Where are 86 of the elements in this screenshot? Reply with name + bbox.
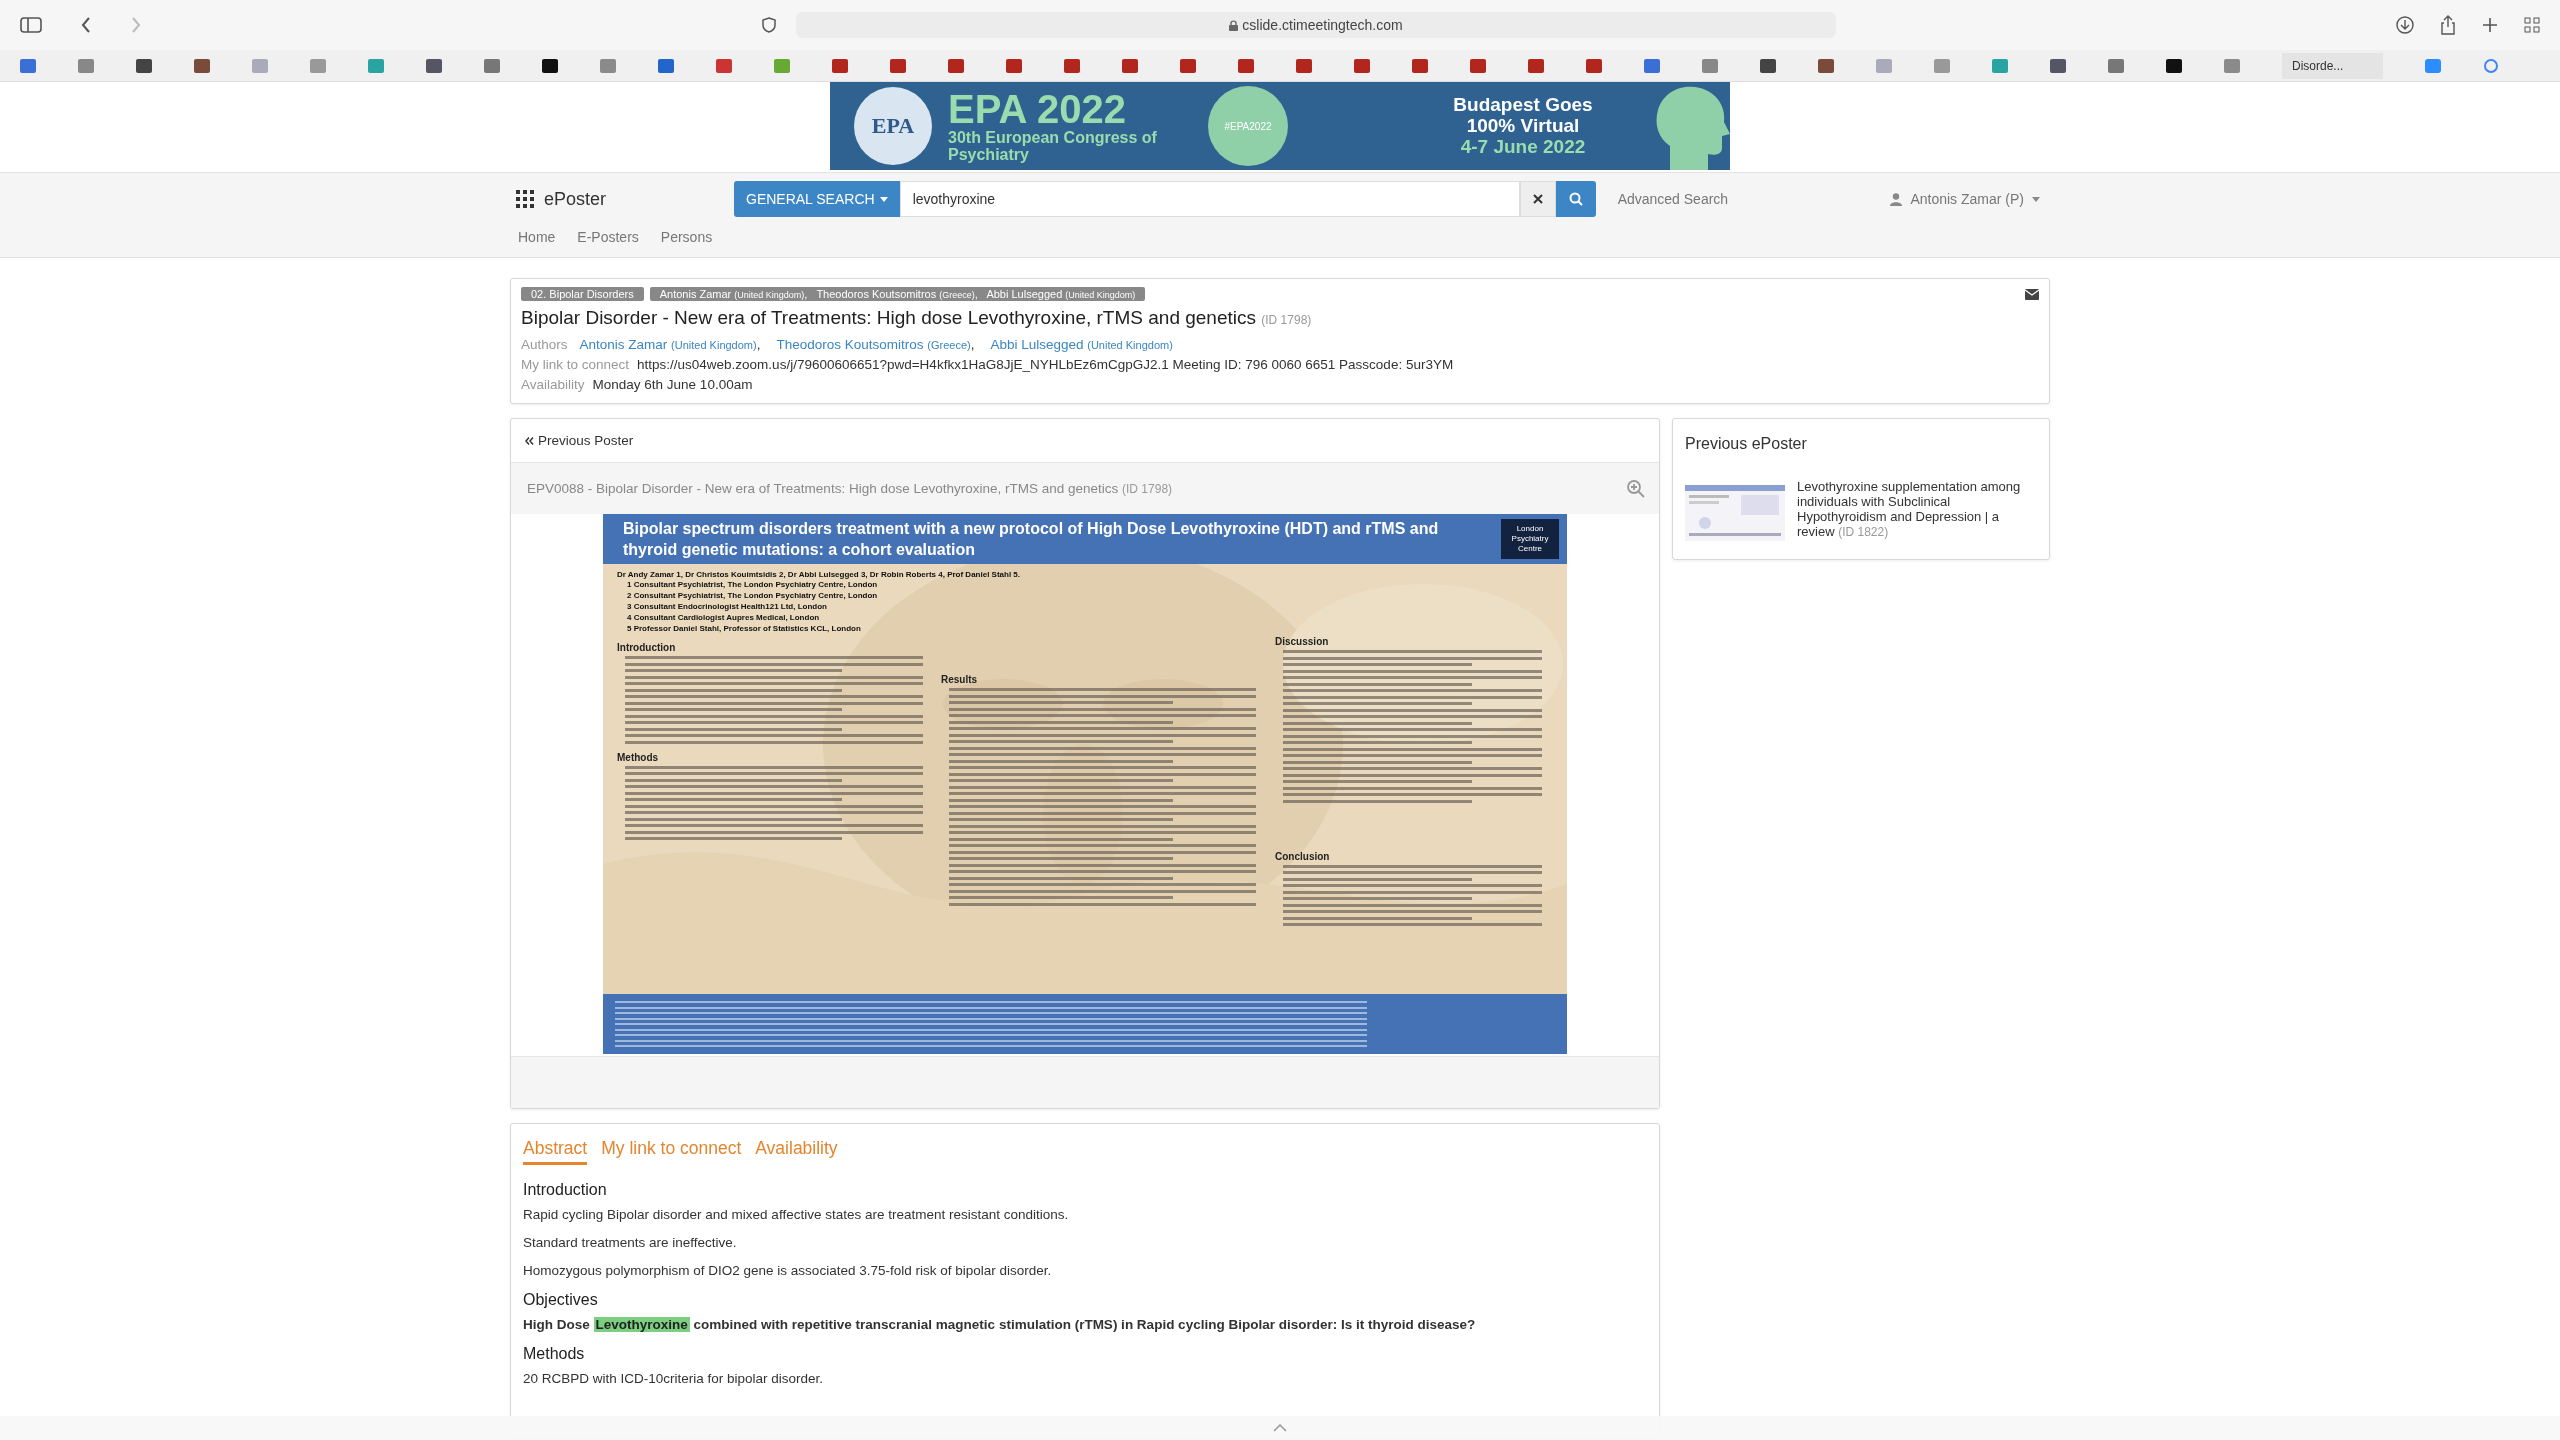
previous-poster-link[interactable]: Previous Poster — [511, 419, 648, 462]
nav-link[interactable]: Persons — [660, 229, 713, 245]
hashtag-badge: #EPA2022 — [1208, 86, 1288, 166]
category-tag[interactable]: 02. Bipolar Disorders — [521, 287, 644, 301]
card-heading: Previous ePoster — [1685, 435, 1808, 453]
poster-section-heading: Introduction — [617, 642, 676, 653]
tab[interactable]: Abstract — [523, 1138, 588, 1165]
search-icon — [1568, 192, 1583, 206]
download-icon[interactable] — [2396, 16, 2414, 34]
zoom-in-icon[interactable] — [1627, 479, 1645, 498]
abstract-paragraph: Standard treatments are ineffective. — [523, 1235, 738, 1250]
poster-affiliation: 2 Consultant Psychiatrist, The London Psychiatry Centre, London — [627, 590, 878, 601]
caret-icon[interactable] — [1273, 1424, 1287, 1432]
bookmark-icon[interactable] — [1760, 58, 1776, 73]
caret-icon — [2032, 196, 2040, 202]
banner-subtitle: 30th European Congress of Psychiatry — [948, 129, 1158, 163]
search-button[interactable] — [1555, 181, 1596, 217]
section-heading: Objectives — [523, 1291, 599, 1309]
bookmark-icon[interactable] — [542, 58, 558, 73]
poster-affiliation: 5 Professor Daniel Stahl, Professor of Statistics KCL, London — [627, 623, 861, 634]
separator-comma: , — [756, 336, 761, 354]
user-icon — [1890, 192, 1903, 206]
search-mode-dropdown[interactable]: GENERAL SEARCH — [734, 181, 900, 217]
address-bar[interactable]: cslide.ctimeetingtech.com — [796, 12, 1836, 38]
poster-section-heading: Results — [941, 674, 978, 685]
user-menu[interactable]: Antonis Zamar (P) — [1890, 191, 2040, 207]
double-chevron-icon — [525, 436, 534, 445]
banner-dates: 4-7 June 2022 — [1460, 136, 1586, 158]
plus-icon[interactable] — [2482, 17, 2498, 33]
author-link[interactable]: Abbi Lulsegged (United Kingdom) — [990, 335, 1173, 355]
poster-title: Bipolar Disorder - New era of Treatments: High dose Levothyroxine, rTMS and genetics (ID 1798) — [521, 307, 1313, 329]
congress-logo: EPA — [854, 87, 932, 165]
bookmark-icon[interactable] — [2050, 58, 2066, 73]
close-icon — [1532, 194, 1543, 204]
shield-icon[interactable] — [762, 17, 776, 33]
bookmark-icon[interactable] — [194, 58, 210, 73]
link-label: My link to connect — [521, 356, 630, 374]
tabs-grid-icon[interactable] — [2524, 17, 2540, 33]
abstract-paragraph: 20 RCBPD with ICD-10criteria for bipolar disorder. — [523, 1371, 825, 1386]
lock-icon — [1229, 19, 1239, 31]
mail-icon[interactable] — [2025, 288, 2039, 300]
poster-heading: Bipolar spectrum disorders treatment with a new protocol of High Dose Levothyroxine (HDT) and rTMS and thyroid genetic mutations: a cohort evaluation — [623, 519, 1440, 560]
banner-tagline: Budapest Goes 100% Virtual — [1452, 94, 1594, 136]
poster-section-heading: Methods — [617, 751, 659, 763]
poster-affiliation: 3 Consultant Endocrinologist Health121 Ltd, London — [627, 601, 827, 612]
clear-button[interactable] — [1519, 181, 1556, 217]
nav-link[interactable]: Home — [518, 229, 556, 245]
site-brand[interactable]: ePoster — [544, 188, 734, 210]
poster-caption: EPV0088 - Bipolar Disorder - New era of Treatments: High dose Levothyroxine, rTMS and genetics (ID 1798) — [527, 481, 1173, 496]
advanced-search-link[interactable]: Advanced Search — [1617, 191, 1729, 207]
authors-label: Authors — [521, 336, 568, 354]
section-heading: Introduction — [523, 1181, 608, 1199]
bookmark-icon[interactable] — [136, 58, 152, 73]
back-icon[interactable] — [80, 16, 92, 34]
abstract-paragraph: High Dose Levothyroxine combined with repetitive transcranial magnetic stimulation (rTMS) in Rapid cycling Bipolar disorder: Is it thyroid disease? — [523, 1317, 1477, 1332]
caret-icon — [879, 196, 888, 202]
separator-comma: , — [970, 336, 975, 354]
poster-authors: Dr Andy Zamar 1, Dr Christos Kouimtsidis 2, Dr Abbi Lulsegged 3, Dr Robin Roberts 4, Prof Daniel Stahl 5. — [617, 570, 1021, 579]
bookmark-icon[interactable] — [1818, 58, 1834, 73]
section-heading: Methods — [523, 1345, 586, 1363]
abstract-paragraph: Homozygous polymorphism of DIO2 gene is associated 3.75-fold risk of bipolar disorder. — [523, 1263, 1053, 1278]
tab[interactable]: My link to connect — [601, 1138, 742, 1165]
poster-section-heading: Conclusion — [1275, 850, 1330, 862]
share-icon[interactable] — [2440, 15, 2456, 35]
apps-grid-icon[interactable] — [516, 190, 534, 208]
bookmark-link[interactable]: Disorde... — [2282, 52, 2384, 79]
author-link[interactable]: Theodoros Koutsomitros (Greece) — [776, 335, 971, 355]
previous-eposter-link[interactable]: Levothyroxine supplementation among individuals with Subclinical Hypothyroidism and Depression | a review (ID 1822) — [1797, 479, 2037, 540]
banner-title: EPA 2022 — [948, 89, 1127, 129]
tab[interactable]: Availability — [755, 1138, 838, 1165]
poster-affiliation: 1 Consultant Psychiatrist, The London Psychiatry Centre, London — [627, 579, 878, 590]
authors-tag: Antonis Zamar (United Kingdom), Theodoros Koutsomitros (Greece), Abbi Lulsegged (United Kingdom) — [649, 287, 1146, 301]
search-field[interactable]: levothyroxine — [899, 181, 1520, 217]
poster-affiliation: 4 Consultant Cardiologist Aupres Medical, London — [627, 612, 820, 623]
sidebar-icon[interactable] — [20, 17, 42, 33]
bookmark-icon[interactable] — [2166, 58, 2182, 73]
author-link[interactable]: Antonis Zamar (United Kingdom) — [579, 335, 757, 355]
poster-thumbnail-drawing[interactable] — [1685, 485, 1785, 541]
availability-label: Availability — [521, 376, 585, 394]
nav-link[interactable]: E-Posters — [577, 229, 639, 245]
poster-section-heading: Discussion — [1275, 636, 1329, 647]
congress-banner[interactable]: EPA EPA 2022 30th European Congress of Psychiatry #EPA2022 Budapest Goes 100% Virtual 4-7 June 2022 — [830, 82, 1730, 170]
centre-logo: London Psychiatry Centre — [1501, 519, 1559, 559]
bookmark-icon[interactable] — [426, 58, 442, 73]
availability-value: Monday 6th June 10.00am — [592, 376, 753, 394]
abstract-paragraph: Rapid cycling Bipolar disorder and mixed affective states are treatment resistant conditions. — [523, 1207, 1070, 1222]
